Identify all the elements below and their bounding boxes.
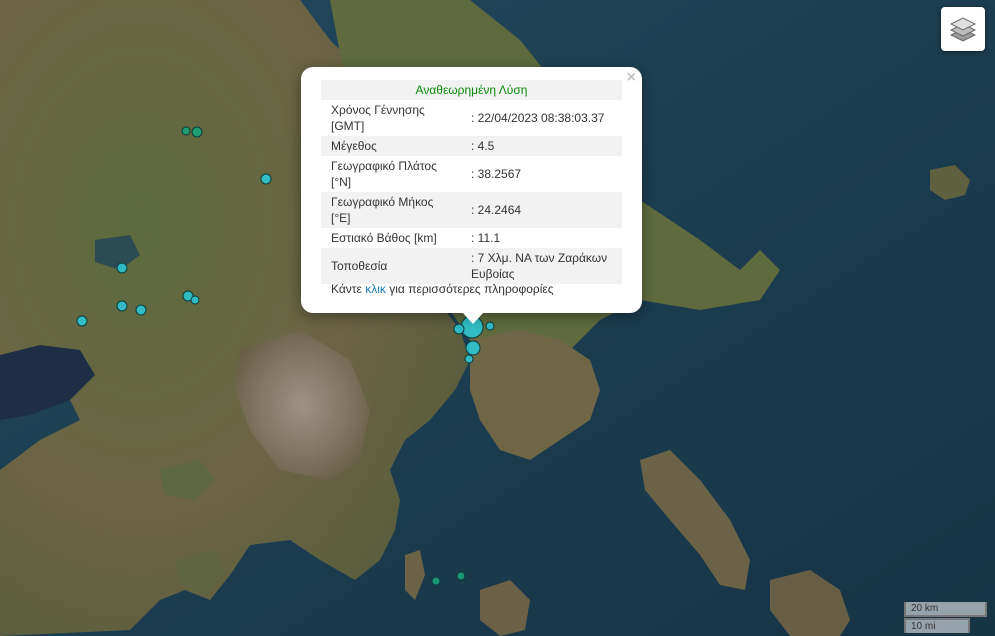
value-latitude: : 38.2567 [471,167,522,181]
earthquake-marker[interactable] [190,295,200,305]
scale-mi: 10 mi [904,618,970,633]
earthquake-marker[interactable] [116,262,128,274]
layers-button[interactable] [941,7,985,51]
earthquake-marker[interactable] [453,323,465,335]
earthquake-marker[interactable] [76,315,88,327]
label-location: Τοποθεσία [321,248,461,284]
earthquake-marker[interactable] [465,340,481,356]
layers-icon [949,17,977,42]
earthquake-marker[interactable] [431,576,441,586]
scale-km: 20 km [904,602,987,617]
earthquake-marker[interactable] [116,300,128,312]
earthquake-marker[interactable] [464,354,474,364]
label-longitude: Γεωγραφικό Μήκος [°E] [321,192,461,228]
earthquake-marker[interactable] [485,321,495,331]
earthquake-marker[interactable] [260,173,272,185]
more-info-text: Κάντε κλικ για περισσότερες πληροφορίες [331,282,554,296]
earthquake-marker[interactable] [456,571,466,581]
close-icon[interactable]: × [627,70,636,86]
earthquake-marker[interactable] [181,126,191,136]
info-table: Αναθεωρημένη Λύση Χρόνος Γέννησης [GMT]:… [321,80,622,284]
value-depth: : 11.1 [471,231,501,245]
label-depth: Εστιακό Βάθος [km] [331,231,437,245]
earthquake-marker[interactable] [135,304,147,316]
value-magnitude: : 4.5 [461,136,622,156]
earthquake-popup: × Αναθεωρημένη Λύση Χρόνος Γέννησης [GMT… [301,67,642,313]
popup-header: Αναθεωρημένη Λύση [321,80,622,100]
label-latitude: Γεωγραφικό Πλάτος [°N] [331,159,437,189]
label-magnitude: Μέγεθος [321,136,461,156]
value-origin-time: : 22/04/2023 08:38:03.37 [471,111,605,125]
value-longitude: : 24.2464 [461,192,622,228]
value-location: : 7 Χλμ. ΝΑ των Ζαράκων Ευβοίας [461,248,622,284]
popup-tip [462,312,484,324]
label-origin-time: Χρόνος Γέννησης [GMT] [331,103,425,133]
earthquake-marker[interactable] [191,126,203,138]
more-suffix: για περισσότερες πληροφορίες [389,282,554,296]
more-prefix: Κάντε [331,282,362,296]
more-info-link[interactable]: κλικ [365,282,386,296]
